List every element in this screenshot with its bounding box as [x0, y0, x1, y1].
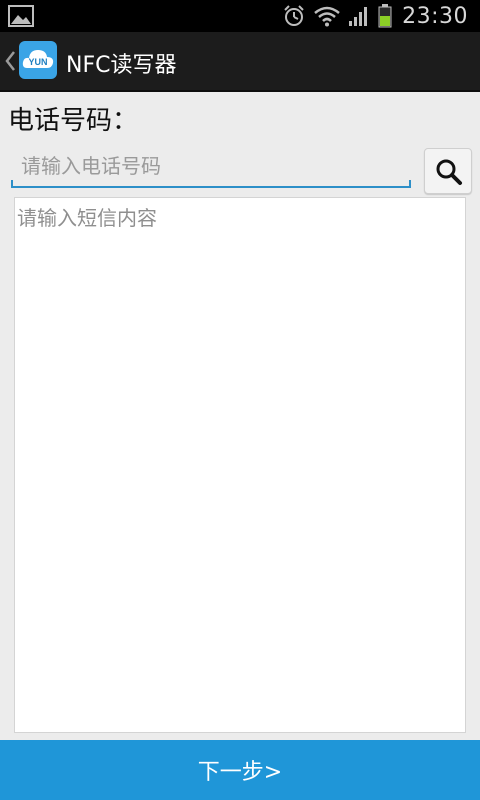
action-bar: YUN NFC读写器 [0, 32, 480, 92]
phone-input[interactable] [21, 148, 401, 184]
gallery-notification-icon [8, 5, 34, 27]
phone-label: 电话号码： [8, 106, 139, 136]
alarm-icon [284, 5, 304, 26]
signal-icon [349, 7, 368, 26]
next-step-button[interactable]: 下一步> [0, 740, 480, 800]
phone-input-underline [11, 148, 411, 188]
status-bar: 23:30 [0, 0, 480, 32]
wifi-icon [314, 6, 340, 27]
battery-icon [378, 4, 392, 28]
search-button[interactable] [424, 148, 472, 194]
logo-text: YUN [28, 57, 47, 67]
search-icon [436, 159, 462, 185]
app-logo[interactable]: YUN [19, 41, 57, 79]
back-chevron-icon[interactable] [4, 50, 16, 72]
sms-content-input[interactable] [14, 197, 466, 733]
status-icons: 23:30 [282, 0, 468, 32]
cloud-logo-icon: YUN [22, 50, 54, 68]
status-time: 23:30 [402, 3, 468, 29]
app-title: NFC读写器 [66, 53, 177, 78]
